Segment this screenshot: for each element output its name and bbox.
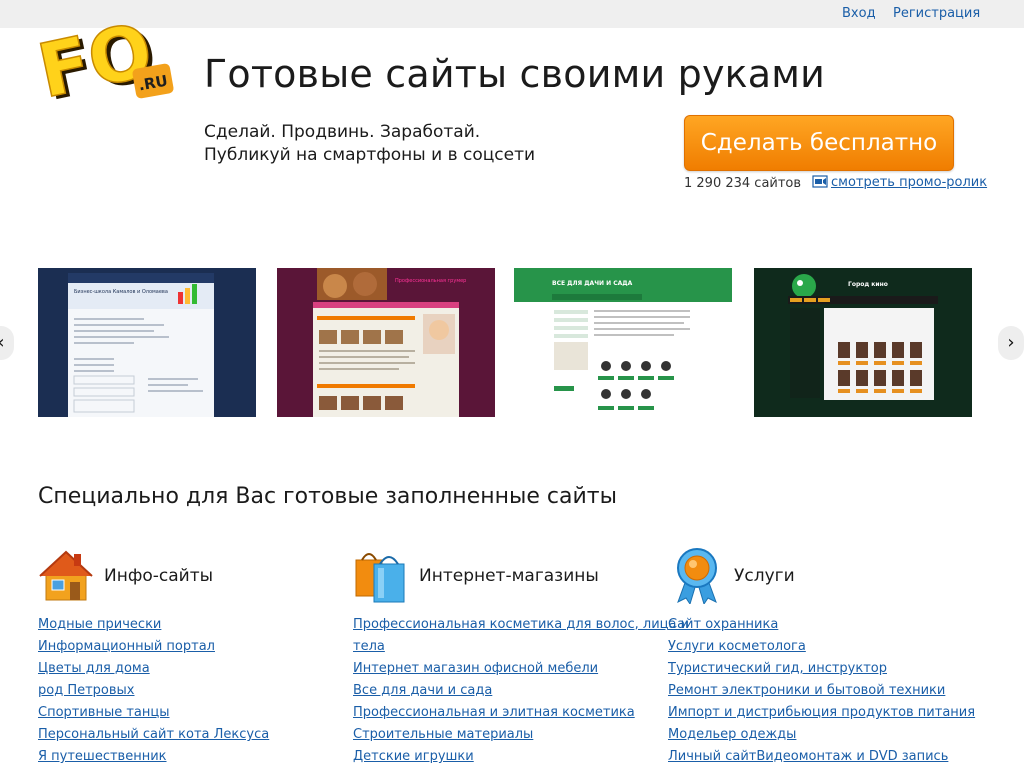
list-item[interactable]: тела bbox=[353, 636, 689, 658]
list-item[interactable]: Туристический гид, инструктор bbox=[668, 658, 975, 680]
hero-subtagline: Публикуй на смартфоны и в соцсети bbox=[204, 145, 536, 165]
template-preview: Город кино bbox=[754, 268, 972, 417]
list-item[interactable]: Строительные материалы bbox=[353, 724, 689, 746]
list-item[interactable]: Модельер одежды bbox=[668, 724, 975, 746]
list-item[interactable]: Интернет магазин офисной мебели bbox=[353, 658, 689, 680]
online-stores-list: Профессиональная косметика для волос, ли… bbox=[353, 614, 689, 768]
thumb-title: Город кино bbox=[848, 281, 888, 288]
promo-video-link[interactable]: смотреть промо-ролик bbox=[812, 175, 987, 190]
shopping-bag-icon bbox=[355, 553, 405, 603]
site-count: 1 290 234 сайтов bbox=[684, 176, 802, 191]
carousel-prev-button[interactable]: ‹ bbox=[0, 326, 14, 360]
video-icon bbox=[812, 175, 828, 188]
carousel-next-button[interactable]: › bbox=[998, 326, 1024, 360]
category-label: Услуги bbox=[734, 566, 795, 586]
template-preview: Бизнес-школа Камалов и Оломаева bbox=[38, 268, 256, 417]
list-item[interactable]: Модные прически bbox=[38, 614, 269, 636]
list-item[interactable]: Спортивные танцы bbox=[38, 702, 269, 724]
list-item[interactable]: Детские игрушки bbox=[353, 746, 689, 768]
category-info-sites: Инфо-сайты bbox=[38, 546, 298, 604]
list-item[interactable]: Все для дачи и сада bbox=[353, 680, 689, 702]
hero-tagline: Сделай. Продвинь. Заработай. bbox=[204, 122, 481, 142]
services-list: Сайт охранника Услуги косметолога Турист… bbox=[668, 614, 975, 768]
category-label: Интернет-магазины bbox=[419, 566, 599, 586]
chevron-right-icon: › bbox=[1007, 332, 1015, 353]
house-icon bbox=[39, 550, 93, 601]
info-sites-list: Модные прически Информационный портал Цв… bbox=[38, 614, 269, 768]
category-services: Услуги bbox=[668, 546, 948, 604]
list-item[interactable]: Информационный портал bbox=[38, 636, 269, 658]
chevron-left-icon: ‹ bbox=[0, 332, 5, 353]
thumb-title: Профессиональная грумер bbox=[395, 278, 466, 284]
thumb-title: Бизнес-школа Камалов и Оломаева bbox=[74, 289, 168, 295]
list-item[interactable]: Персональный сайт кота Лексуса bbox=[38, 724, 269, 746]
list-item[interactable]: Профессиональная косметика для волос, ли… bbox=[353, 614, 689, 636]
list-item[interactable]: Личный сайтВидеомонтаж и DVD запись bbox=[668, 746, 975, 768]
award-ribbon-icon bbox=[677, 548, 717, 604]
hero-title: Готовые сайты своими руками bbox=[204, 52, 826, 96]
list-item[interactable]: Услуги косметолога bbox=[668, 636, 975, 658]
list-item[interactable]: Я путешественник bbox=[38, 746, 269, 768]
site-logo[interactable]: FO FO .RU bbox=[30, 7, 176, 118]
category-online-stores: Интернет-магазины bbox=[352, 546, 632, 604]
list-item[interactable]: Цветы для дома bbox=[38, 658, 269, 680]
thumb-title: ВСЕ ДЛЯ ДАЧИ И САДА bbox=[552, 280, 633, 287]
template-thumb-garden[interactable]: ВСЕ ДЛЯ ДАЧИ И САДА bbox=[514, 268, 732, 417]
list-item[interactable]: Ремонт электроники и бытовой техники bbox=[668, 680, 975, 702]
template-thumb-cinema[interactable]: Город кино bbox=[754, 268, 972, 417]
promo-video-text[interactable]: смотреть промо-ролик bbox=[831, 175, 987, 190]
template-thumb-business-school[interactable]: Бизнес-школа Камалов и Оломаева bbox=[38, 268, 256, 417]
create-free-button[interactable]: Сделать бесплатно bbox=[684, 115, 954, 171]
section-title: Специально для Вас готовые заполненные с… bbox=[38, 484, 617, 509]
list-item[interactable]: Импорт и дистрибьюция продуктов питания bbox=[668, 702, 975, 724]
register-link[interactable]: Регистрация bbox=[893, 6, 980, 21]
template-thumb-groomer[interactable]: Профессиональная грумер bbox=[277, 268, 495, 417]
category-label: Инфо-сайты bbox=[104, 566, 214, 586]
login-link[interactable]: Вход bbox=[842, 6, 876, 21]
fo-logo-icon: FO FO .RU bbox=[30, 7, 174, 118]
list-item[interactable]: род Петровых bbox=[38, 680, 269, 702]
template-preview: Профессиональная грумер bbox=[277, 268, 495, 417]
list-item[interactable]: Сайт охранника bbox=[668, 614, 975, 636]
template-preview: ВСЕ ДЛЯ ДАЧИ И САДА bbox=[514, 268, 732, 417]
list-item[interactable]: Профессиональная и элитная косметика bbox=[353, 702, 689, 724]
